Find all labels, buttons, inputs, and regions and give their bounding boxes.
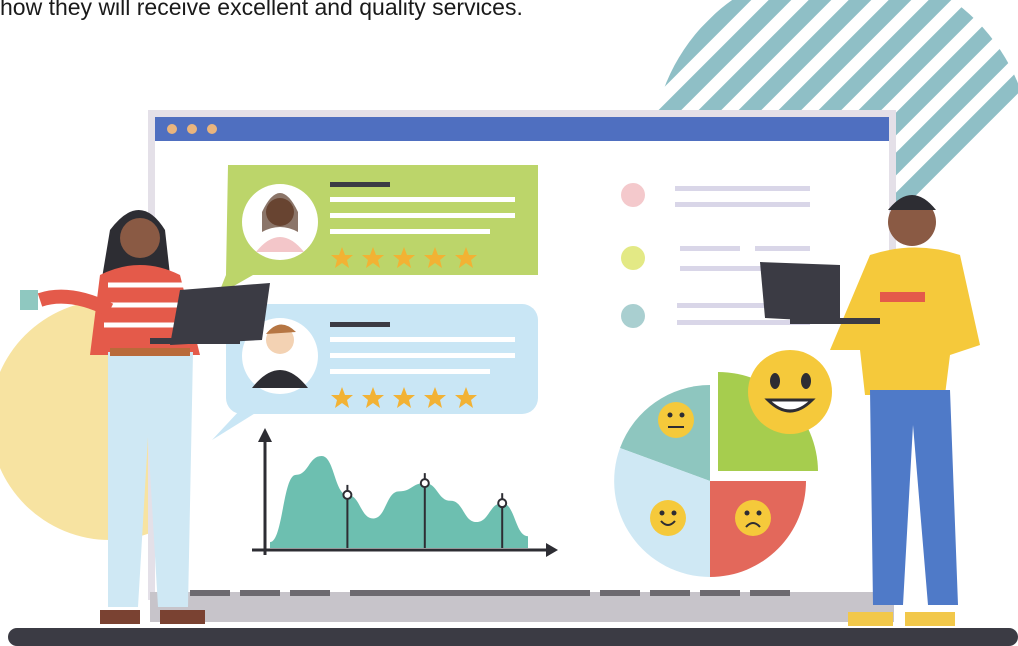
laptop-icon [170,283,270,345]
window-dot-icon [187,124,197,134]
window-title-bar [155,117,889,141]
sad-face-icon [735,500,771,536]
legend-dot [621,246,645,270]
ground-line [8,628,1018,646]
laptop-icon [760,262,840,322]
window-dot-icon [167,124,177,134]
smile-face-icon [650,500,686,536]
data-point [419,478,430,489]
data-point [497,498,508,509]
window-dot-icon [207,124,217,134]
happy-face-icon [748,350,832,434]
legend-dot [621,304,645,328]
data-point [342,489,353,500]
customer-feedback-illustration [0,0,1018,646]
legend-dot [621,183,645,207]
mug-icon [20,290,38,310]
monitor-base [150,592,894,622]
neutral-face-icon [658,402,694,438]
